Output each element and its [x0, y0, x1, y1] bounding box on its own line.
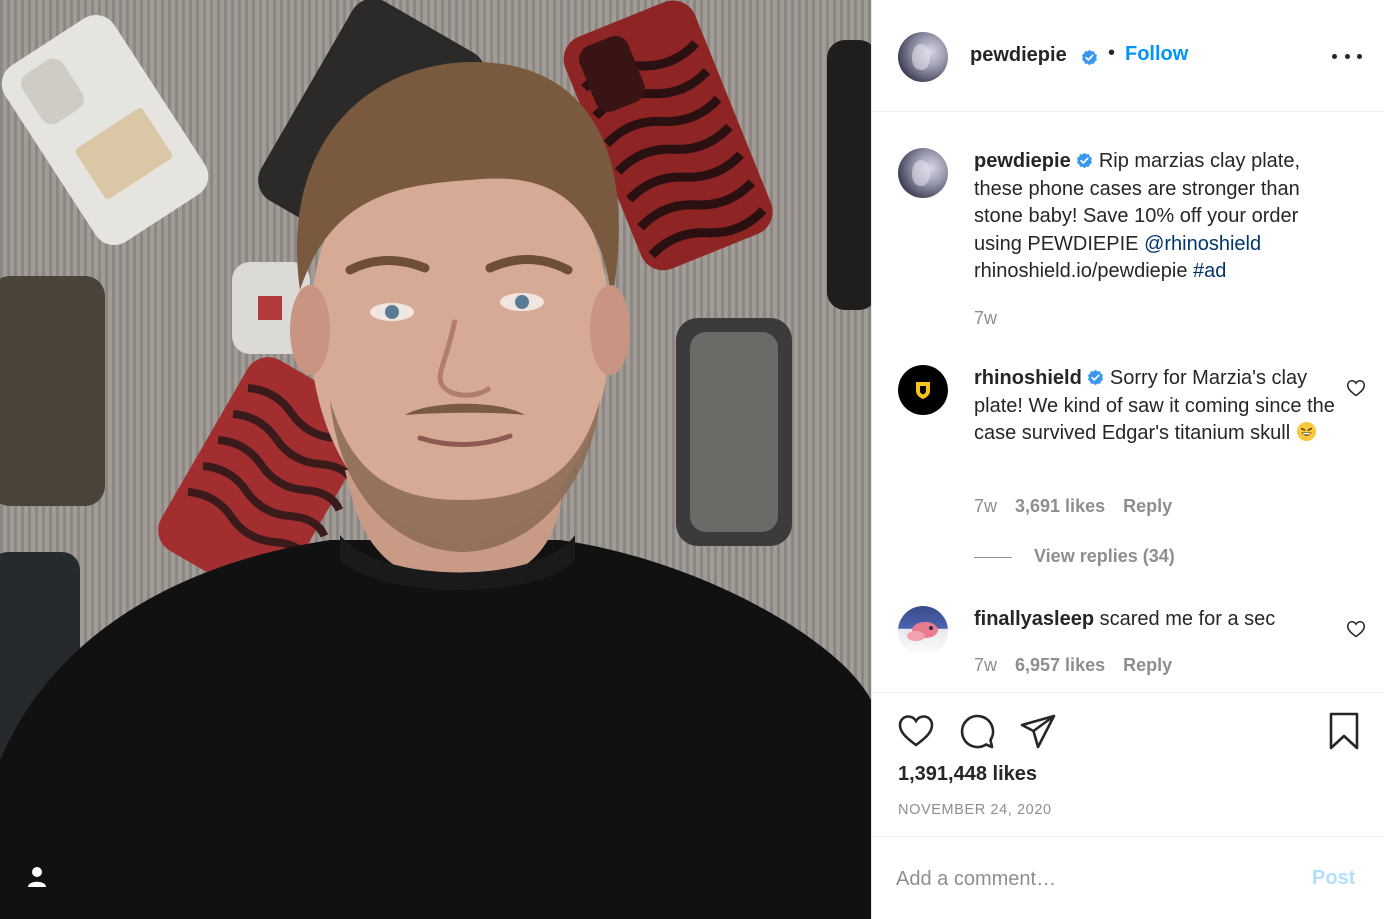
- caption-text: pewdiepie Rip marzias clay plate, these …: [974, 148, 1344, 286]
- tagged-users-button[interactable]: [27, 866, 55, 894]
- comment-username[interactable]: finallyasleep: [974, 608, 1094, 630]
- more-options-icon[interactable]: [1332, 48, 1362, 64]
- reply-button[interactable]: Reply: [1123, 496, 1172, 516]
- commenter-avatar[interactable]: [898, 606, 948, 656]
- comment-bubble-icon[interactable]: [957, 711, 997, 751]
- post-actions: 1,391,448 likes NOVEMBER 24, 2020: [872, 692, 1384, 836]
- comment-text: finallyasleep scared me for a sec: [974, 606, 1344, 634]
- comment-likes[interactable]: 3,691 likes: [1015, 496, 1105, 516]
- caption-url: rhinoshield.io/pewdiepie: [974, 260, 1194, 282]
- avatar-illustration: [907, 622, 938, 641]
- comment-input[interactable]: [896, 861, 1296, 897]
- comment-timestamp[interactable]: 7w: [974, 496, 997, 516]
- comment-text: rhinoshield Sorry for Marzia's clay plat…: [974, 365, 1344, 448]
- verified-badge-icon: [1088, 369, 1104, 386]
- view-replies-label: View replies (34): [1034, 546, 1175, 566]
- white-phone-case: [1, 14, 209, 246]
- post-date[interactable]: NOVEMBER 24, 2020: [898, 802, 1052, 818]
- view-replies-button[interactable]: View replies (34): [974, 546, 1175, 567]
- like-comment-heart-icon[interactable]: [1346, 619, 1366, 639]
- save-bookmark-icon[interactable]: [1324, 711, 1364, 751]
- post-author-username[interactable]: pewdiepie: [970, 44, 1067, 67]
- hashtag-link[interactable]: #ad: [1193, 260, 1226, 282]
- comment-body: scared me for a sec: [1099, 608, 1276, 630]
- post-details-panel: pewdiepie • Follow pewdiepie Rip marzias…: [871, 0, 1384, 919]
- like-heart-icon[interactable]: [896, 711, 936, 751]
- post-comment-button[interactable]: Post: [1312, 867, 1355, 890]
- caption-username[interactable]: pewdiepie: [974, 150, 1071, 172]
- verified-badge-icon: [1077, 152, 1093, 169]
- follow-button[interactable]: Follow: [1125, 43, 1188, 66]
- reply-button[interactable]: Reply: [1123, 655, 1172, 675]
- comments-section: pewdiepie Rip marzias clay plate, these …: [872, 112, 1384, 692]
- caption-avatar[interactable]: [898, 148, 948, 198]
- post-photo[interactable]: [0, 0, 871, 919]
- comment-meta: 7w 6,957 likes Reply: [974, 655, 1190, 676]
- user-icon: [28, 867, 46, 887]
- rhinoshield-logo-icon: [916, 382, 930, 399]
- post-likes-count[interactable]: 1,391,448 likes: [898, 763, 1037, 786]
- add-comment-bar: Post: [872, 836, 1384, 919]
- mention-link[interactable]: @rhinoshield: [1144, 233, 1261, 255]
- photo-illustration: [0, 0, 871, 919]
- verified-badge-icon: [1082, 49, 1097, 66]
- grinning-sweat-emoji-icon: [1296, 421, 1316, 442]
- comment-username[interactable]: rhinoshield: [974, 367, 1082, 389]
- separator-dot: •: [1108, 42, 1116, 64]
- commenter-avatar[interactable]: [898, 365, 948, 415]
- caption-timestamp[interactable]: 7w: [974, 308, 997, 328]
- caption-meta: 7w: [974, 308, 1015, 329]
- avatar[interactable]: [898, 32, 948, 82]
- comment-timestamp[interactable]: 7w: [974, 655, 997, 675]
- black-tshirt: [0, 540, 871, 919]
- olive-phone-case: [0, 276, 105, 506]
- post-header: pewdiepie • Follow: [872, 0, 1384, 112]
- share-send-icon[interactable]: [1018, 711, 1058, 751]
- black-phone-case-edge: [827, 40, 871, 310]
- comment-meta: 7w 3,691 likes Reply: [974, 496, 1190, 517]
- replies-divider-line: [974, 556, 1012, 558]
- comment-likes[interactable]: 6,957 likes: [1015, 655, 1105, 675]
- like-comment-heart-icon[interactable]: [1346, 378, 1366, 398]
